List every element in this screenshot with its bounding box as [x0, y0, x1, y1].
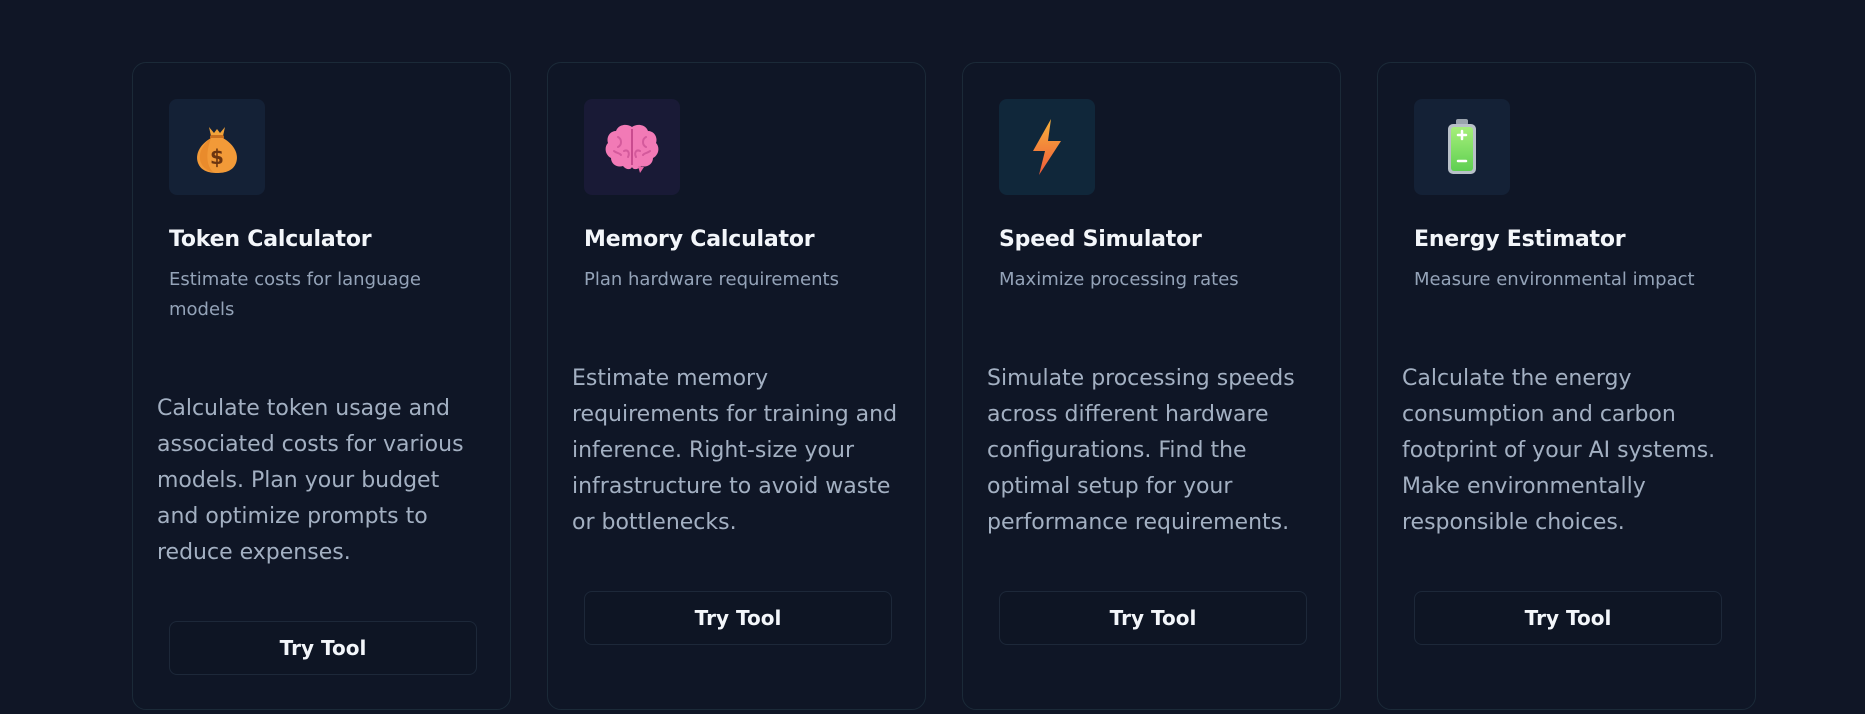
try-tool-button-memory-calculator[interactable]: Try Tool — [584, 591, 892, 645]
lightning-icon — [1033, 119, 1061, 175]
tool-card-memory-calculator: Memory Calculator Plan hardware requirem… — [547, 62, 926, 710]
card-title: Speed Simulator — [999, 227, 1202, 252]
try-tool-button-speed-simulator[interactable]: Try Tool — [999, 591, 1307, 645]
card-description: Simulate processing speeds across differ… — [987, 366, 1295, 535]
card-title: Memory Calculator — [584, 227, 815, 252]
icon-tile: $ — [169, 99, 265, 195]
card-subtitle: Measure environmental impact — [1414, 269, 1695, 290]
tools-grid: $ Token Calculator Estimate costs for la… — [132, 62, 1756, 710]
card-title: Energy Estimator — [1414, 227, 1626, 252]
card-title: Token Calculator — [169, 227, 372, 252]
try-tool-button-token-calculator[interactable]: Try Tool — [169, 621, 477, 675]
icon-tile — [1414, 99, 1510, 195]
icon-tile — [584, 99, 680, 195]
card-subtitle: Estimate costs for language models — [169, 269, 421, 320]
money-bag-icon: $ — [197, 127, 237, 173]
card-description: Calculate token usage and associated cos… — [157, 396, 464, 565]
tool-card-speed-simulator: Speed Simulator Maximize processing rate… — [962, 62, 1341, 710]
card-description: Calculate the energy consumption and car… — [1402, 366, 1716, 535]
card-subtitle: Maximize processing rates — [999, 269, 1239, 290]
tool-card-energy-estimator: Energy Estimator Measure environmental i… — [1377, 62, 1756, 710]
try-tool-button-energy-estimator[interactable]: Try Tool — [1414, 591, 1722, 645]
tool-card-token-calculator: $ Token Calculator Estimate costs for la… — [132, 62, 511, 710]
battery-icon — [1448, 119, 1476, 174]
card-subtitle: Plan hardware requirements — [584, 269, 839, 290]
svg-text:$: $ — [210, 145, 224, 169]
icon-tile — [999, 99, 1095, 195]
card-description: Estimate memory requirements for trainin… — [572, 366, 898, 535]
brain-icon — [605, 124, 659, 173]
